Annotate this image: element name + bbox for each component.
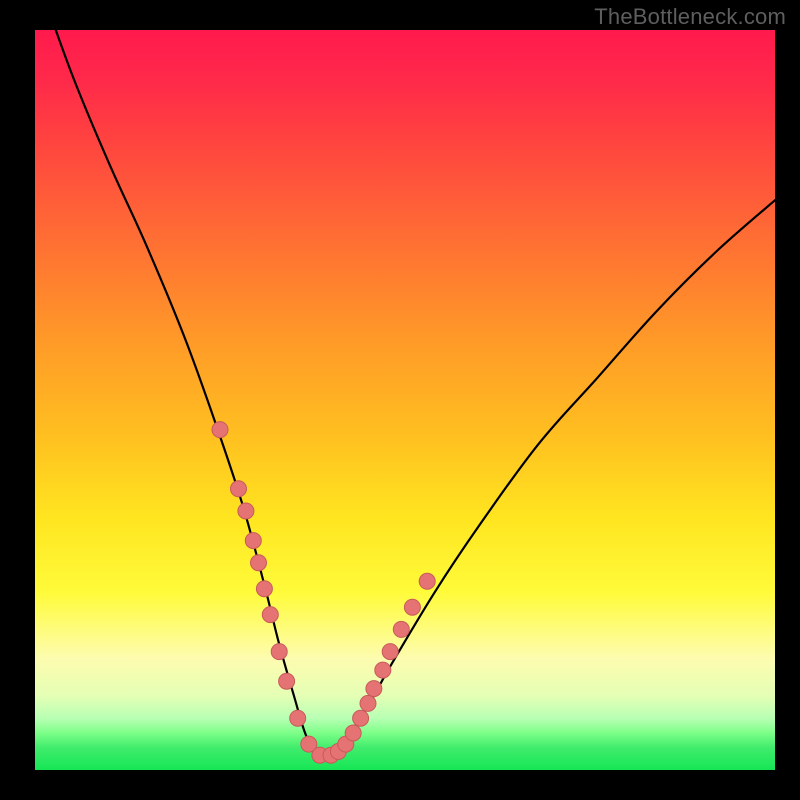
curve-markers [212,422,435,764]
watermark-text: TheBottleneck.com [594,4,786,30]
curve-marker [212,422,228,438]
plot-area [35,30,775,770]
curve-marker [238,503,254,519]
curve-marker [245,533,261,549]
curve-marker [393,621,409,637]
bottleneck-curve [35,0,775,759]
curve-marker [353,710,369,726]
curve-marker [256,581,272,597]
chart-svg [35,30,775,770]
curve-marker [404,599,420,615]
curve-marker [382,644,398,660]
curve-marker [360,695,376,711]
curve-marker [345,725,361,741]
curve-marker [419,573,435,589]
curve-marker [251,555,267,571]
curve-marker [375,662,391,678]
curve-marker [290,710,306,726]
curve-marker [366,681,382,697]
chart-frame: TheBottleneck.com [0,0,800,800]
curve-marker [271,644,287,660]
curve-marker [262,607,278,623]
curve-marker [231,481,247,497]
curve-marker [279,673,295,689]
